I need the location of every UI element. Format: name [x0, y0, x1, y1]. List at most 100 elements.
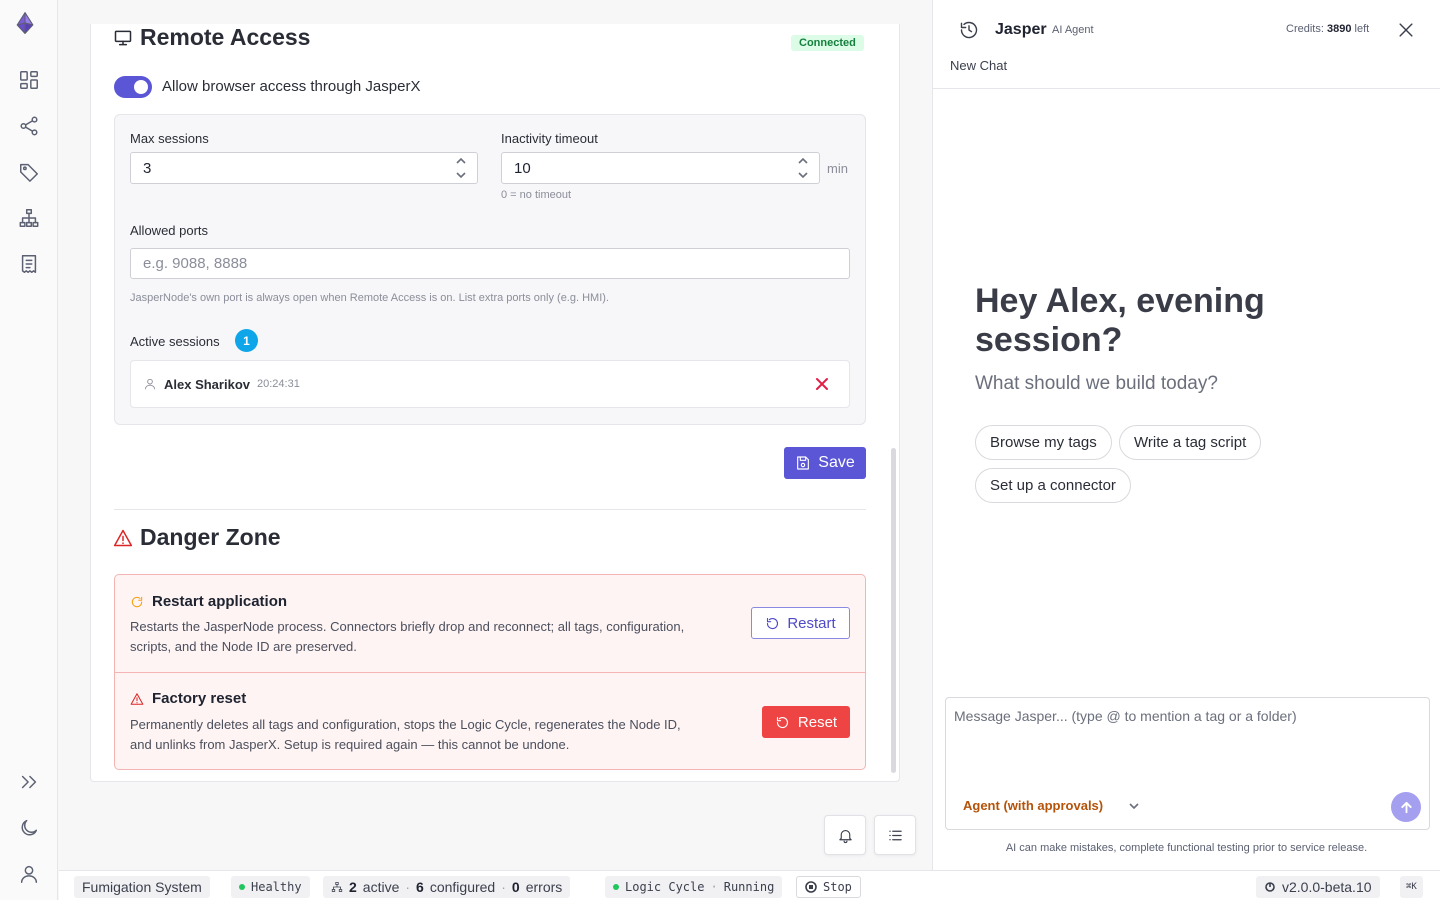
scripts-icon[interactable] [15, 250, 43, 278]
active-count: 2 [349, 879, 357, 895]
errors-count: 0 [511, 879, 520, 895]
arrow-up-icon [1400, 801, 1412, 813]
user-icon [143, 377, 157, 391]
save-icon [797, 456, 810, 470]
health-dot-icon [239, 884, 245, 890]
reset-button-label: Reset [797, 713, 838, 731]
agent-subtitle: AI Agent [1052, 24, 1094, 36]
rotate-icon [776, 716, 788, 728]
inactivity-stepper[interactable] [797, 156, 809, 180]
danger-zone-heading: Danger Zone [113, 524, 281, 551]
danger-separator [115, 672, 865, 673]
connections-icon[interactable] [15, 112, 43, 140]
refresh-icon [131, 596, 143, 607]
greeting-subtitle: What should we build today? [975, 373, 1218, 394]
version-text: v2.0.0-beta.10 [1282, 879, 1372, 895]
list-button[interactable] [874, 815, 916, 855]
restart-title-text: Restart application [152, 593, 288, 610]
hierarchy-icon [331, 882, 343, 892]
max-sessions-stepper[interactable] [455, 156, 467, 180]
separator: · [501, 879, 506, 895]
active-sessions-label: Active sessions [130, 334, 220, 349]
version-icon [1265, 882, 1275, 892]
expand-icon[interactable] [15, 768, 43, 796]
credits: Credits: 3890 left [1286, 23, 1369, 35]
rotate-icon [767, 617, 779, 629]
session-time: 20:24:31 [257, 378, 300, 390]
logic-cycle-label: Logic Cycle [625, 880, 705, 894]
app-logo-icon[interactable] [14, 12, 44, 46]
restart-button[interactable]: Restart [751, 607, 850, 639]
reset-title-text: Factory reset [152, 690, 247, 707]
chevron-up-icon[interactable] [455, 156, 467, 166]
new-chat-link[interactable]: New Chat [950, 58, 1007, 73]
chip-browse-tags[interactable]: Browse my tags [975, 425, 1112, 460]
allowed-ports-hint: JasperNode's own port is always open whe… [130, 292, 609, 304]
inactivity-timeout-field[interactable]: 10 [501, 152, 820, 184]
greeting: Hey Alex, evening session? [975, 282, 1265, 359]
credits-value: 3890 [1326, 23, 1352, 35]
chip-write-script[interactable]: Write a tag script [1119, 425, 1262, 460]
chevron-down-icon[interactable] [455, 170, 467, 180]
message-input[interactable] [954, 708, 1414, 768]
moon-icon[interactable] [15, 814, 43, 842]
toggle-label: Allow browser access through JasperX [162, 78, 421, 95]
history-icon[interactable] [959, 20, 979, 40]
hierarchy-icon[interactable] [15, 204, 43, 232]
logic-cycle-status[interactable]: Logic Cycle · Running [605, 876, 783, 898]
shortcut-text: ⌘K [1406, 882, 1417, 892]
active-sessions-count: 1 [235, 329, 258, 352]
agent-name: Jasper [995, 21, 1047, 38]
danger-zone-title: Danger Zone [140, 524, 281, 550]
stop-icon [805, 881, 817, 893]
system-name-text: Fumigation System [82, 879, 202, 895]
close-icon[interactable] [1396, 20, 1416, 40]
max-sessions-field[interactable]: 3 [130, 152, 478, 184]
close-session-icon[interactable] [815, 377, 829, 391]
logic-cycle-state: Running [723, 880, 775, 894]
connectors-summary[interactable]: 2 active · 6 configured · 0 errors [323, 876, 571, 898]
notifications-button[interactable] [824, 815, 866, 855]
status-bar: Fumigation System Healthy 2 active · 6 c… [59, 870, 1440, 900]
health-status[interactable]: Healthy [231, 876, 310, 898]
logic-dot-icon [613, 884, 619, 890]
credits-label: Credits: [1286, 23, 1324, 35]
chat-header: Jasper AI Agent Credits: 3890 left New C… [933, 0, 1440, 89]
remote-access-toggle[interactable] [114, 76, 152, 98]
chip-setup-connector[interactable]: Set up a connector [975, 468, 1131, 503]
allowed-ports-input[interactable] [143, 255, 837, 272]
list-icon [888, 830, 902, 840]
configured-count: 6 [416, 879, 424, 895]
scrollbar[interactable] [891, 448, 896, 773]
send-button[interactable] [1391, 792, 1421, 822]
version-badge[interactable]: v2.0.0-beta.10 [1256, 876, 1380, 898]
danger-zone-box: Restart application Restarts the JasperN… [114, 574, 866, 770]
section-divider [114, 509, 866, 510]
system-name[interactable]: Fumigation System [74, 876, 210, 898]
bell-icon [838, 829, 852, 843]
user-icon[interactable] [15, 860, 43, 888]
tags-icon[interactable] [15, 158, 43, 186]
monitor-icon [114, 30, 132, 45]
chevron-up-icon[interactable] [797, 156, 809, 166]
session-user-name: Alex Sharikov [164, 377, 250, 392]
chevron-down-icon [1129, 802, 1139, 809]
save-button[interactable]: Save [784, 447, 866, 479]
dashboard-icon[interactable] [15, 66, 43, 94]
reset-button[interactable]: Reset [762, 706, 850, 738]
restart-button-label: Restart [787, 614, 836, 632]
stop-button[interactable]: Stop [796, 876, 861, 898]
command-palette-shortcut[interactable]: ⌘K [1400, 876, 1423, 898]
settings-card: Remote Access Connected Allow browser ac… [90, 24, 900, 782]
configured-label: configured [429, 879, 496, 895]
chat-composer: Agent (with approvals) [945, 697, 1430, 830]
chevron-down-icon[interactable] [797, 170, 809, 180]
active-label: active [362, 879, 400, 895]
mode-select[interactable]: Agent (with approvals) [963, 798, 1141, 813]
max-sessions-value: 3 [143, 159, 152, 177]
restart-description: Restarts the JasperNode process. Connect… [130, 619, 685, 654]
allowed-ports-label: Allowed ports [130, 223, 209, 238]
warning-icon [113, 529, 133, 546]
warning-icon [130, 692, 144, 705]
allowed-ports-field[interactable] [130, 248, 850, 279]
